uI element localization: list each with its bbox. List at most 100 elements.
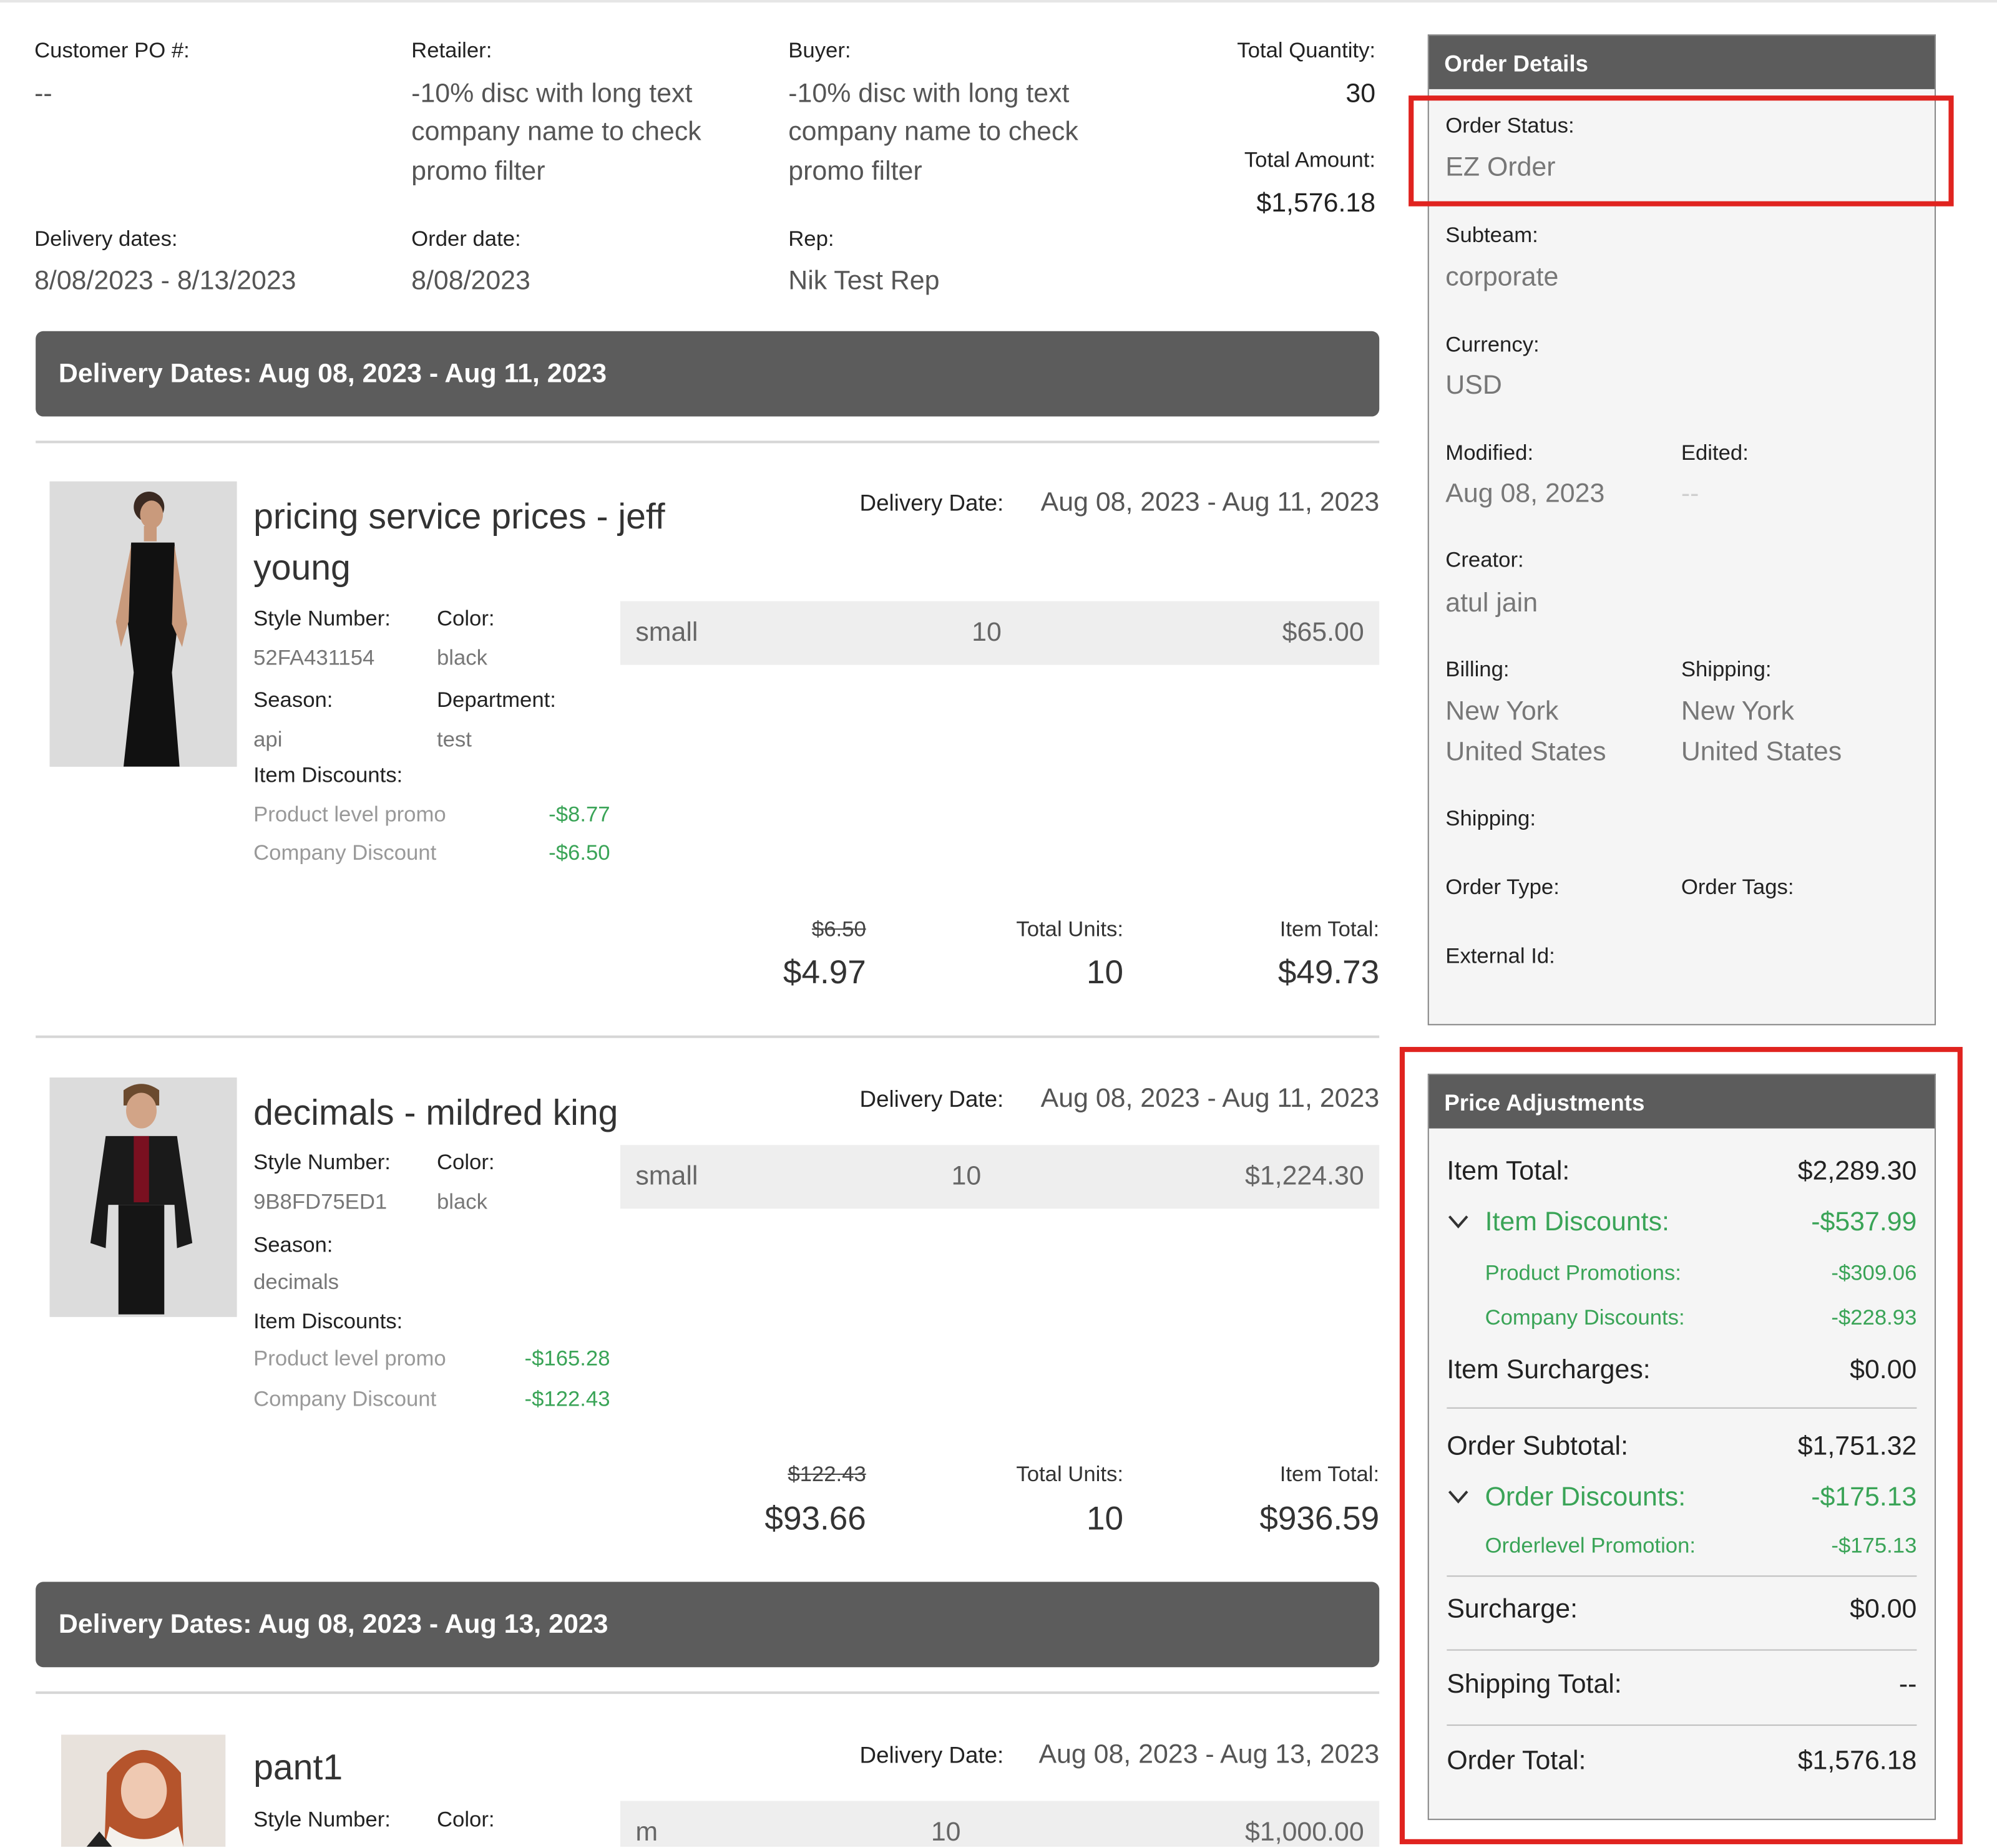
delivery-group-header[interactable]: Delivery Dates: Aug 08, 2023 - Aug 11, 2… xyxy=(36,331,1380,417)
order-details-title: Order Details xyxy=(1444,51,1588,77)
color-value: black xyxy=(436,1189,487,1214)
item-total-value: $49.73 xyxy=(1277,952,1380,991)
buyer-label: Buyer: xyxy=(788,38,851,63)
size-name: small xyxy=(635,618,698,648)
edited-value: -- xyxy=(1681,479,1699,508)
order-status-highlight xyxy=(1409,95,1954,207)
size-quantity: 10 xyxy=(930,1817,961,1847)
product-name-line[interactable]: decimals - mildred king xyxy=(253,1087,618,1139)
delivery-group-header[interactable]: Delivery Dates: Aug 08, 2023 - Aug 13, 2… xyxy=(36,1582,1380,1668)
season-value: api xyxy=(253,727,283,752)
currency-value: USD xyxy=(1445,371,1502,400)
product-name-line[interactable]: young xyxy=(253,543,351,594)
department-value: test xyxy=(436,727,472,752)
subteam-label: Subteam: xyxy=(1445,223,1538,248)
size-row: small 10 $1,224.30 xyxy=(620,1145,1380,1209)
original-price: $6.50 xyxy=(811,917,866,941)
discount-label: Company Discount xyxy=(253,840,437,865)
order-page: Customer PO #: -- Retailer: -10% disc wi… xyxy=(0,0,1997,1847)
delivery-group-title: Delivery Dates: Aug 08, 2023 - Aug 11, 2… xyxy=(58,359,607,389)
retailer-value-line: promo filter xyxy=(411,157,545,187)
discount-value: -$122.43 xyxy=(524,1387,610,1411)
delivery-date-label: Delivery Date: xyxy=(859,1742,1004,1768)
size-price: $1,224.30 xyxy=(1245,1161,1364,1191)
discount-label: Product level promo xyxy=(253,1346,446,1371)
price-adjustments-highlight xyxy=(1399,1047,1963,1844)
color-label: Color: xyxy=(436,1150,495,1175)
delivery-dates-label: Delivery dates: xyxy=(34,226,178,251)
retailer-value-line: company name to check xyxy=(411,117,701,147)
size-row: m 10 $1,000.00 xyxy=(620,1801,1380,1847)
item-total-label: Item Total: xyxy=(1279,917,1380,941)
shipping-label: Shipping: xyxy=(1445,806,1536,830)
style-number-value: 52FA431154 xyxy=(253,645,375,670)
style-number-label: Style Number: xyxy=(253,606,391,631)
total-quantity-value: 30 xyxy=(1345,79,1376,109)
style-number-label: Style Number: xyxy=(253,1150,391,1175)
order-details-header: Order Details xyxy=(1428,36,1935,89)
order-date-label: Order date: xyxy=(411,226,521,251)
product-name-line[interactable]: pant1 xyxy=(253,1743,343,1794)
rep-label: Rep: xyxy=(788,226,834,251)
size-price: $65.00 xyxy=(1282,618,1364,648)
delivery-date-label: Delivery Date: xyxy=(859,1086,1004,1112)
unit-price: $93.66 xyxy=(764,1499,866,1537)
item-discounts-label: Item Discounts: xyxy=(253,1309,403,1334)
delivery-date-value: Aug 08, 2023 - Aug 11, 2023 xyxy=(1040,1084,1380,1114)
top-divider xyxy=(0,0,1997,3)
divider xyxy=(36,1691,1380,1695)
buyer-value-line: promo filter xyxy=(788,157,922,187)
total-quantity-label: Total Quantity: xyxy=(1237,38,1376,63)
product-image[interactable] xyxy=(61,1734,226,1847)
creator-value: atul jain xyxy=(1445,588,1538,618)
size-price: $1,000.00 xyxy=(1245,1817,1364,1847)
buyer-value-line: company name to check xyxy=(788,117,1078,147)
divider xyxy=(36,1035,1380,1038)
delivery-group-title: Delivery Dates: Aug 08, 2023 - Aug 13, 2… xyxy=(58,1610,608,1640)
size-row: small 10 $65.00 xyxy=(620,601,1380,665)
shipping-address-label: Shipping: xyxy=(1681,657,1772,682)
item-discounts-label: Item Discounts: xyxy=(253,762,403,787)
style-number-value: 9B8FD75ED1 xyxy=(253,1189,388,1214)
size-quantity: 10 xyxy=(972,618,1002,648)
external-id-label: External Id: xyxy=(1445,943,1555,968)
size-name: m xyxy=(635,1817,658,1847)
product-image[interactable] xyxy=(49,481,237,767)
item-total-label: Item Total: xyxy=(1279,1462,1380,1487)
retailer-label: Retailer: xyxy=(411,38,492,63)
order-date-value: 8/08/2023 xyxy=(411,266,530,296)
creator-label: Creator: xyxy=(1445,547,1524,572)
modified-value: Aug 08, 2023 xyxy=(1445,479,1605,508)
total-units-label: Total Units: xyxy=(1016,917,1123,941)
currency-label: Currency: xyxy=(1445,332,1540,357)
season-label: Season: xyxy=(253,688,333,712)
product-name-line[interactable]: pricing service prices - jeff xyxy=(253,492,665,543)
billing-address-line: United States xyxy=(1445,737,1606,767)
delivery-date-value: Aug 08, 2023 - Aug 11, 2023 xyxy=(1040,487,1380,517)
discount-label: Product level promo xyxy=(253,802,446,827)
original-price: $122.43 xyxy=(788,1462,866,1487)
billing-address-line: New York xyxy=(1445,696,1559,726)
product-image[interactable] xyxy=(49,1077,237,1317)
total-units-value: 10 xyxy=(1086,1499,1123,1537)
customer-po-value: -- xyxy=(34,79,52,109)
delivery-date-label: Delivery Date: xyxy=(859,490,1004,516)
delivery-dates-value: 8/08/2023 - 8/13/2023 xyxy=(34,266,296,296)
season-label: Season: xyxy=(253,1233,333,1257)
color-label: Color: xyxy=(436,606,495,631)
total-amount-label: Total Amount: xyxy=(1244,147,1376,172)
color-value: black xyxy=(436,645,487,670)
total-units-value: 10 xyxy=(1086,952,1123,991)
discount-label: Company Discount xyxy=(253,1387,437,1411)
buyer-value-line: -10% disc with long text xyxy=(788,79,1070,109)
delivery-date-value: Aug 08, 2023 - Aug 13, 2023 xyxy=(1038,1739,1380,1769)
discount-value: -$165.28 xyxy=(524,1346,610,1371)
total-amount-value: $1,576.18 xyxy=(1256,188,1376,218)
divider xyxy=(36,440,1380,444)
unit-price: $4.97 xyxy=(783,952,866,991)
size-name: small xyxy=(635,1161,698,1191)
color-label: Color: xyxy=(436,1807,495,1832)
modified-label: Modified: xyxy=(1445,440,1534,465)
rep-value: Nik Test Rep xyxy=(788,266,940,296)
item-total-value: $936.59 xyxy=(1259,1499,1380,1537)
